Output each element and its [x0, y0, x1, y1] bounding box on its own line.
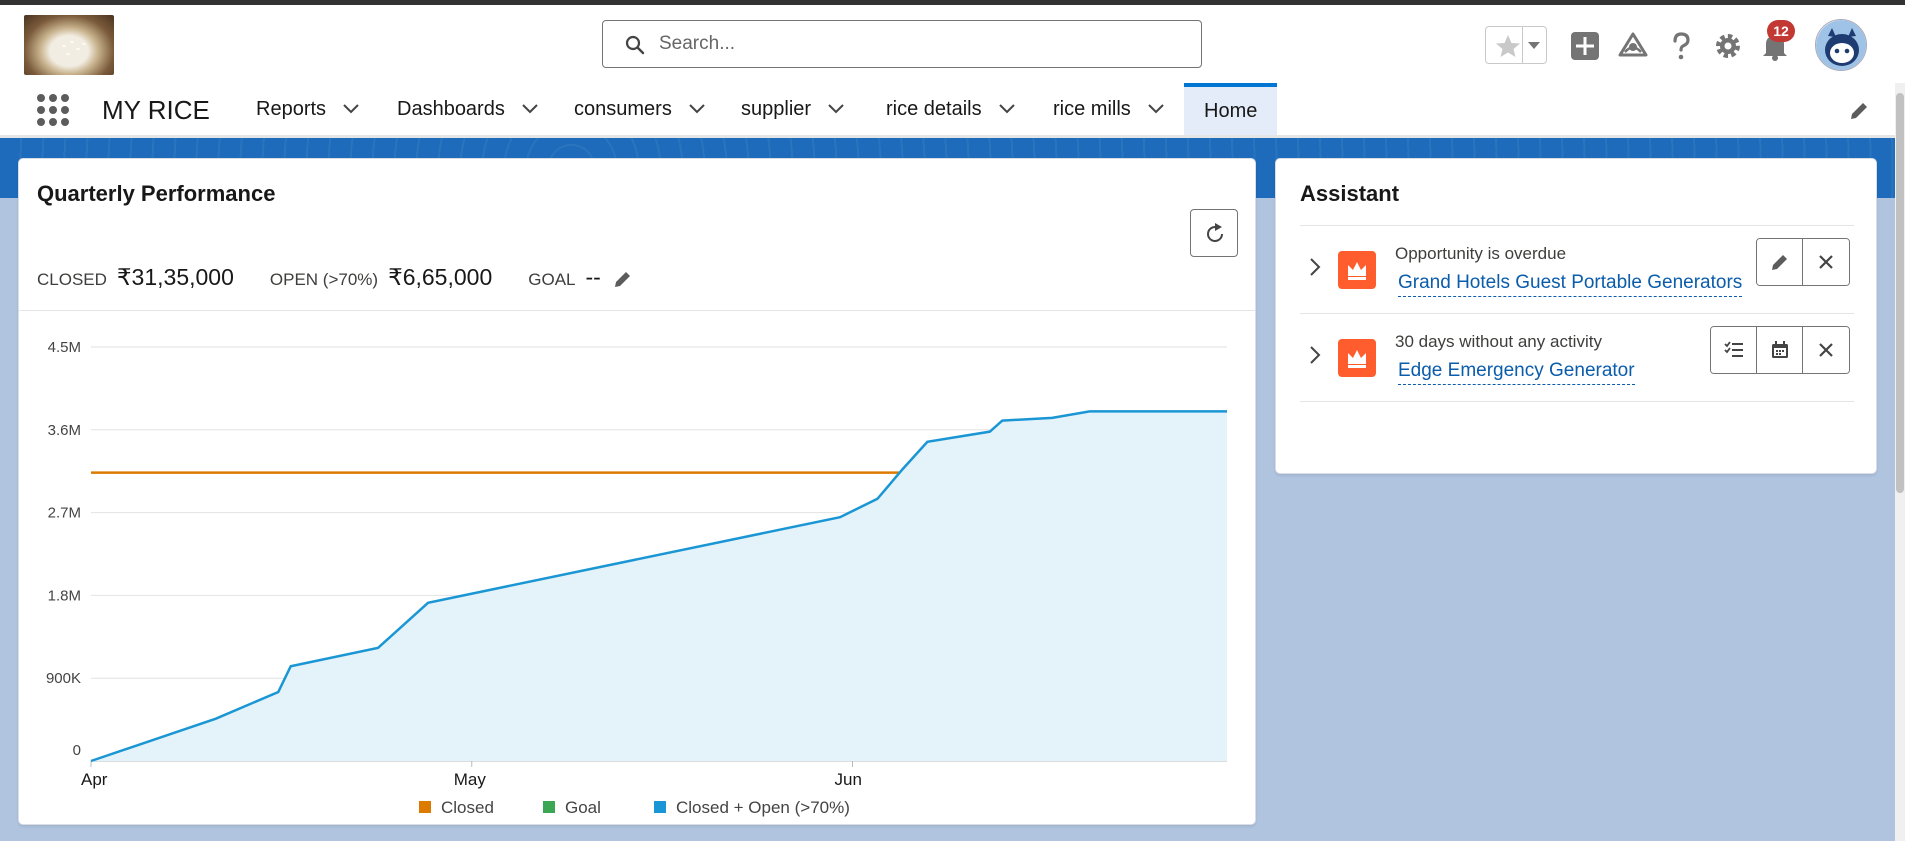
assistant-item-link[interactable]: Edge Emergency Generator	[1398, 360, 1635, 385]
calendar-icon	[1771, 341, 1788, 358]
global-header: 12	[0, 5, 1905, 83]
assistant-item-subtitle: 30 days without any activity	[1395, 332, 1602, 351]
legend-swatch	[419, 801, 431, 813]
assistant-card: Assistant Opportunity is overdue Grand H…	[1275, 158, 1877, 474]
card-divider	[19, 310, 1255, 311]
app-launcher-icon[interactable]	[36, 93, 70, 127]
edit-icon	[1771, 255, 1787, 270]
add-icon[interactable]	[1570, 31, 1600, 61]
refresh-button[interactable]	[1190, 209, 1238, 257]
trailhead-icon[interactable]	[1618, 31, 1648, 61]
search-icon	[625, 35, 645, 55]
opportunity-crown-icon	[1338, 339, 1376, 377]
legend-swatch	[543, 801, 555, 813]
assistant-item-subtitle: Opportunity is overdue	[1395, 244, 1567, 263]
legend-label: Closed	[441, 798, 494, 817]
tab-home[interactable]: Home	[1184, 83, 1278, 135]
y-tick-label: 900K	[46, 670, 81, 687]
chevron-down-icon[interactable]	[827, 103, 845, 115]
new-event-button[interactable]	[1757, 327, 1803, 373]
tab-consumers[interactable]: consumers	[574, 83, 706, 135]
assistant-actions	[1756, 238, 1850, 286]
favorites-star-icon[interactable]	[1494, 33, 1522, 59]
open-value: ₹6,65,000	[388, 264, 493, 290]
notification-count-badge: 12	[1767, 20, 1795, 42]
chevron-down-icon[interactable]	[1147, 103, 1165, 115]
new-task-icon	[1723, 341, 1743, 357]
tab-supplier[interactable]: supplier	[741, 83, 845, 135]
divider	[1300, 401, 1854, 402]
tab-rice-details[interactable]: rice details	[886, 83, 1016, 135]
favorites-separator	[1522, 27, 1523, 63]
tab-label: Dashboards	[397, 97, 505, 120]
goal-value: --	[585, 264, 601, 290]
series-area	[91, 411, 1227, 761]
legend-swatch	[654, 801, 666, 813]
card-title: Quarterly Performance	[37, 181, 276, 206]
chevron-right-icon[interactable]	[1308, 344, 1322, 366]
tab-label: Home	[1204, 99, 1258, 122]
closed-value: ₹31,35,000	[116, 264, 234, 290]
help-icon[interactable]	[1666, 31, 1696, 61]
y-tick-label: 2.7M	[48, 505, 81, 522]
y-tick-label: 1.8M	[48, 587, 81, 604]
favorites-dropdown-icon[interactable]	[1524, 29, 1544, 61]
edit-button[interactable]	[1757, 239, 1803, 285]
quarterly-performance-chart: 0 900K 1.8M 2.7M 3.6M 4.5M Apr May Jun Closed Goal…	[46, 339, 1227, 817]
tab-dashboards[interactable]: Dashboards	[397, 83, 539, 135]
opportunity-crown-icon	[1338, 251, 1376, 289]
assistant-actions	[1710, 326, 1850, 374]
closed-label: CLOSED	[37, 270, 107, 289]
search-input[interactable]	[659, 31, 1179, 57]
chevron-right-icon[interactable]	[1308, 256, 1322, 278]
edit-goal-pencil-icon[interactable]	[613, 269, 633, 289]
y-tick-label: 0	[73, 742, 81, 759]
tab-label: consumers	[574, 97, 672, 120]
quarterly-performance-card: Quarterly Performance CLOSED ₹31,35,000 …	[18, 158, 1256, 825]
y-tick-label: 4.5M	[48, 339, 81, 356]
y-tick-label: 3.6M	[48, 422, 81, 439]
chevron-down-icon[interactable]	[342, 103, 360, 115]
dismiss-button[interactable]	[1803, 327, 1849, 373]
refresh-icon	[1207, 223, 1223, 242]
setup-gear-icon[interactable]	[1713, 31, 1743, 61]
tab-label: rice details	[886, 97, 982, 120]
app-name: MY RICE	[102, 95, 210, 125]
tab-label: Reports	[256, 97, 327, 120]
assistant-item-link[interactable]: Grand Hotels Guest Portable Generators	[1398, 272, 1743, 297]
x-tick-label: Jun	[834, 770, 861, 789]
dismiss-button[interactable]	[1803, 239, 1849, 285]
open-label: OPEN (>70%)	[269, 270, 379, 289]
page-scrollbar[interactable]	[1895, 83, 1905, 841]
legend-label: Closed + Open (>70%)	[676, 798, 850, 817]
edit-nav-pencil-icon[interactable]	[1848, 100, 1870, 122]
performance-metrics: CLOSED ₹31,35,000 OPEN (>70%) ₹6,65,000 …	[37, 264, 633, 294]
legend-label: Goal	[565, 798, 601, 817]
assistant-item: Opportunity is overdue Grand Hotels Gues…	[1300, 226, 1854, 312]
avatar[interactable]	[1815, 19, 1867, 71]
goal-label: GOAL	[528, 270, 576, 289]
chevron-down-icon[interactable]	[521, 103, 539, 115]
scrollbar-thumb[interactable]	[1896, 93, 1904, 493]
close-icon	[1819, 343, 1833, 357]
favorites-button[interactable]	[1485, 26, 1547, 64]
tab-label: supplier	[741, 97, 812, 120]
global-search[interactable]	[602, 20, 1202, 68]
new-task-button[interactable]	[1711, 327, 1757, 373]
x-tick-label: Apr	[81, 770, 108, 789]
tab-rice-mills[interactable]: rice mills	[1053, 83, 1165, 135]
tab-reports[interactable]: Reports	[256, 83, 360, 135]
astro-avatar-icon	[1816, 20, 1866, 70]
chevron-down-icon[interactable]	[998, 103, 1016, 115]
tab-label: rice mills	[1053, 97, 1131, 120]
chevron-down-icon[interactable]	[688, 103, 706, 115]
org-logo[interactable]	[24, 15, 114, 75]
x-tick-label: May	[454, 770, 487, 789]
card-title: Assistant	[1300, 181, 1400, 206]
app-navigation-bar: MY RICE Reports Dashboards consumers sup…	[0, 83, 1905, 138]
assistant-item: 30 days without any activity Edge Emerge…	[1300, 314, 1854, 400]
close-icon	[1819, 255, 1833, 269]
